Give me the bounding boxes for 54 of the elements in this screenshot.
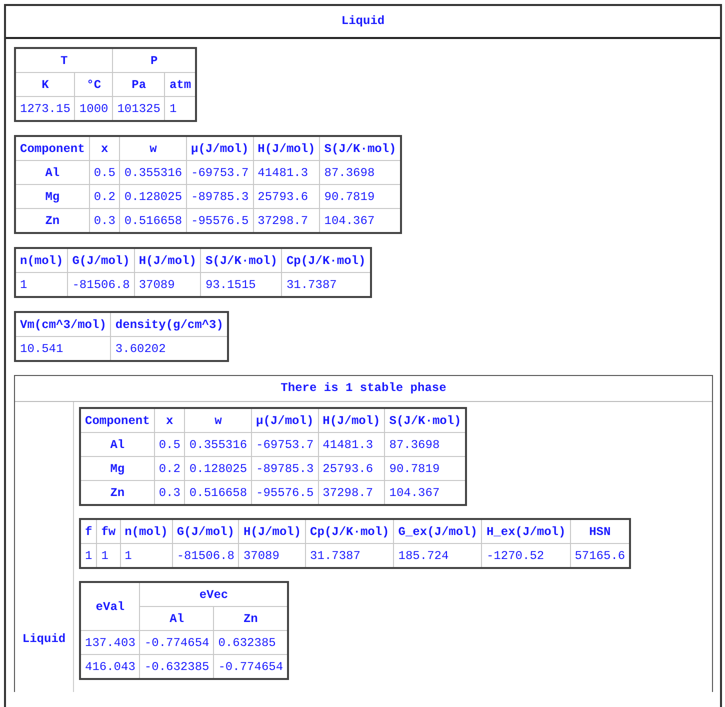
table-cell: 0.2 <box>89 184 120 208</box>
header-cell: G(J/mol) <box>172 519 239 544</box>
header-cell: G(J/mol) <box>68 248 134 272</box>
table-cell: Mg <box>80 456 154 480</box>
header-cell: n(mol) <box>15 248 68 272</box>
header-cell: H(J/mol) <box>318 408 385 432</box>
header-cell: G_ex(J/mol) <box>394 519 482 544</box>
header-cell: T <box>15 48 113 72</box>
header-cell: x <box>89 136 120 160</box>
header-cell: K <box>15 72 75 96</box>
table-cell: 25793.6 <box>253 184 320 208</box>
header-cell: Al <box>140 606 214 630</box>
table-cell: -69753.7 <box>186 160 254 184</box>
table-cell: -89785.3 <box>186 184 254 208</box>
header-cell: H(J/mol) <box>238 519 306 544</box>
header-cell: eVal <box>80 582 140 630</box>
table-cell: -69753.7 <box>252 432 318 456</box>
table-cell: 0.2 <box>154 456 185 480</box>
table-cell: 25793.6 <box>318 456 385 480</box>
header-cell: μ(J/mol) <box>252 408 318 432</box>
header-cell: w <box>120 136 187 160</box>
table-cell: 0.355316 <box>184 432 252 456</box>
table-cell: 0.5 <box>154 432 185 456</box>
header-cell: Vm(cm^3/mol) <box>15 312 111 336</box>
table-cell: Al <box>80 432 154 456</box>
header-cell: x <box>154 408 185 432</box>
table-cell: 137.403 <box>80 630 140 654</box>
header-cell: Pa <box>112 72 165 96</box>
table-cell: 0.128025 <box>120 184 187 208</box>
header-cell: H(J/mol) <box>253 136 320 160</box>
table-cell: 0.5 <box>89 160 120 184</box>
header-cell: f <box>80 519 97 544</box>
header-cell: μ(J/mol) <box>186 136 254 160</box>
header-cell: fw <box>96 519 120 544</box>
table-cell: -0.774654 <box>140 630 214 654</box>
table-cell: 0.128025 <box>184 456 252 480</box>
table-cell: Mg <box>15 184 90 208</box>
table-cell: -89785.3 <box>252 456 318 480</box>
section-title: Liquid <box>6 6 720 39</box>
header-cell: S(J/K·mol) <box>200 248 282 272</box>
header-cell: Component <box>80 408 154 432</box>
header-cell: Component <box>15 136 90 160</box>
table-cell: 41481.3 <box>253 160 320 184</box>
header-cell: w <box>184 408 252 432</box>
header-cell: H(J/mol) <box>134 248 201 272</box>
phase-name: Liquid <box>22 632 66 646</box>
header-cell: n(mol) <box>120 519 172 544</box>
header-cell: H_ex(J/mol) <box>482 519 570 544</box>
table-cell: Al <box>15 160 90 184</box>
table-cell: 41481.3 <box>318 432 385 456</box>
header-cell: °C <box>74 72 113 96</box>
phase-count-title: There is 1 stable phase <box>15 376 712 402</box>
table-cell: 0.355316 <box>120 160 187 184</box>
header-cell: Cp(J/K·mol) <box>306 519 394 544</box>
